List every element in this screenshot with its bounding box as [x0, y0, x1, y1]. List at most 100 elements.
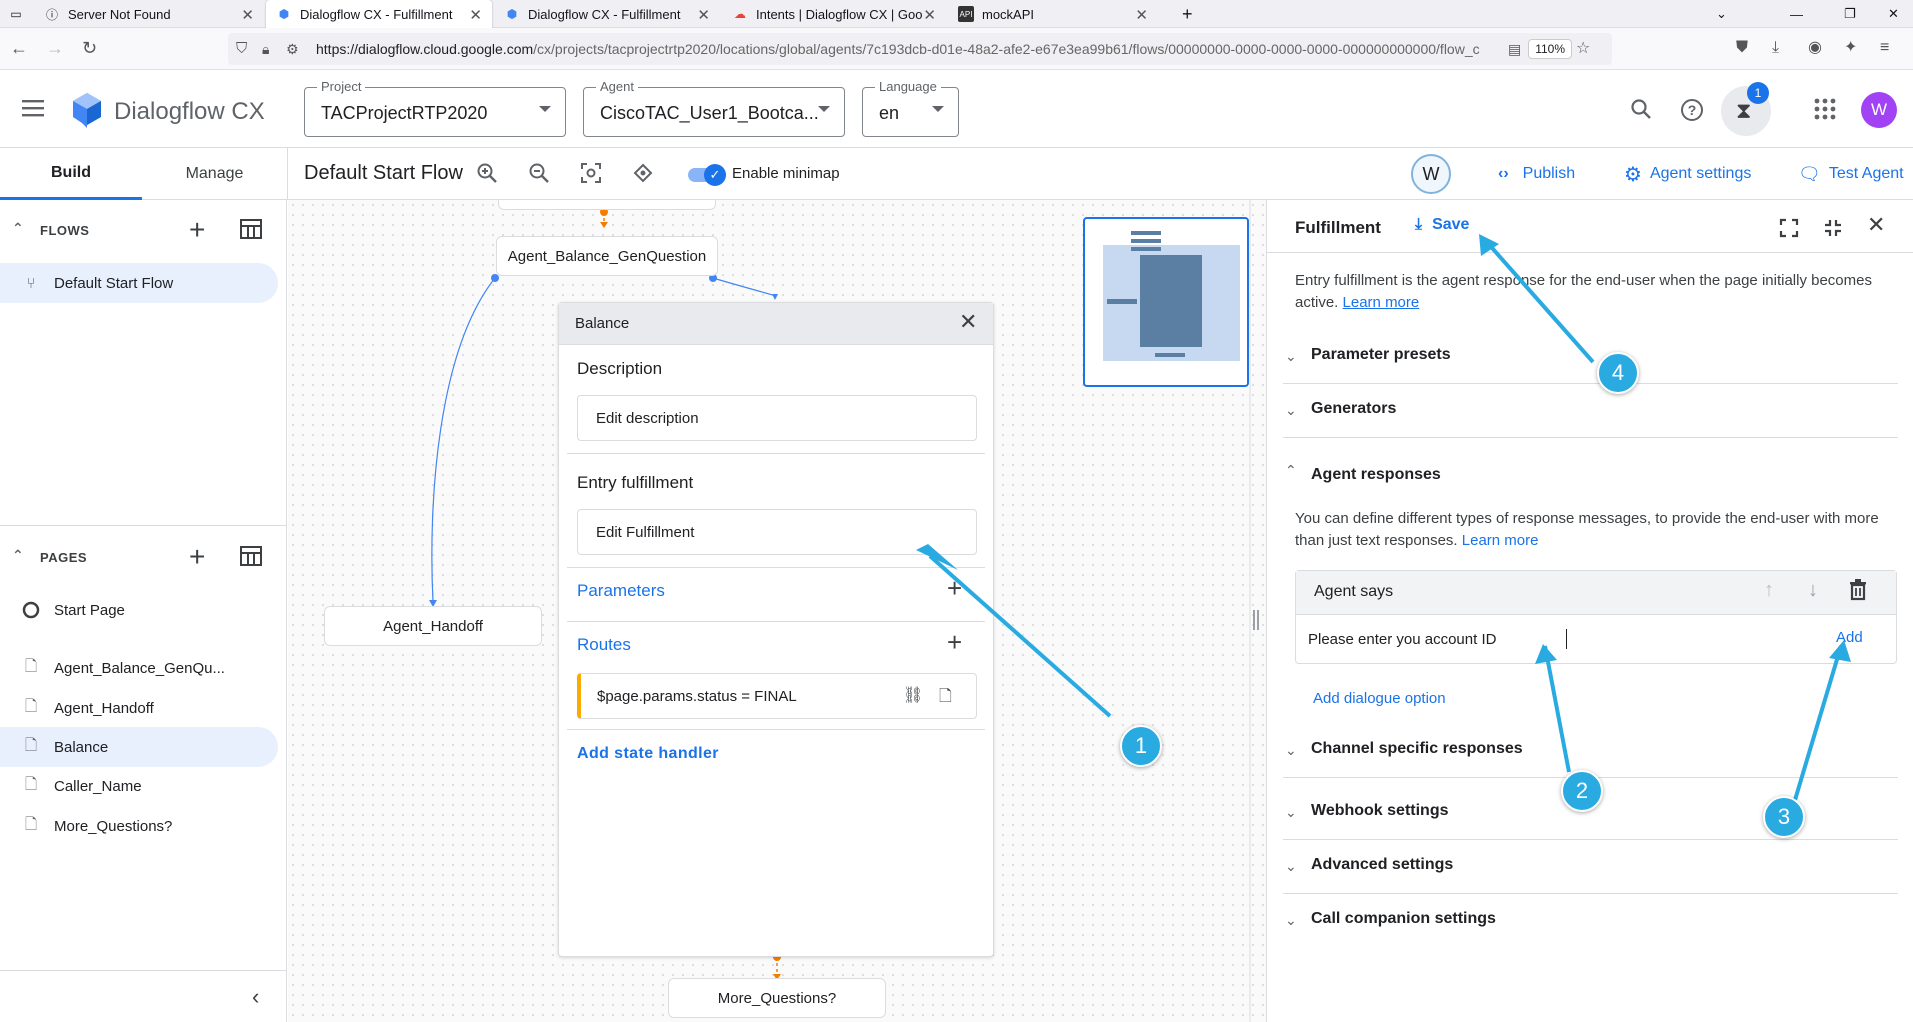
test-agent-label: Test Agent — [1828, 165, 1904, 182]
forward-icon[interactable]: → — [46, 38, 64, 58]
new-tab-button[interactable]: + — [1172, 0, 1202, 28]
table-view-icon[interactable] — [240, 545, 262, 567]
back-icon[interactable]: ← — [10, 38, 28, 58]
tab-build[interactable]: Build — [0, 148, 142, 200]
page-icon: 🗋︎ — [24, 697, 38, 715]
reset-layout-icon[interactable] — [632, 162, 654, 184]
downloads-icon[interactable]: ⤓ — [1772, 38, 1779, 58]
pages-header-label: PAGES — [40, 550, 88, 565]
reload-icon[interactable]: ↻ — [82, 38, 97, 58]
page-item-label: Balance — [54, 738, 109, 756]
publish-button[interactable]: ‹› Publish — [1498, 162, 1575, 186]
restore-icon: ❐ — [1844, 6, 1856, 21]
zoom-level[interactable]: 110% — [1528, 39, 1572, 59]
page-item-label: Agent_Balance_GenQu... — [54, 659, 225, 677]
browser-tab[interactable]: ⬢ Dialogflow CX - Fulfillment ✕ — [494, 0, 720, 28]
api-icon: API — [958, 6, 974, 22]
dialogflow-icon: ⬢ — [278, 7, 290, 21]
start-circle-icon — [20, 601, 42, 619]
url-text[interactable]: https://dialogflow.cloud.google.com/cx/p… — [316, 41, 1486, 57]
annotation-arrows — [1479, 234, 1851, 801]
close-tab-icon[interactable]: ✕ — [697, 6, 710, 24]
close-tab-icon[interactable]: ✕ — [241, 6, 254, 24]
tab-overview-icon: ▭ — [10, 7, 22, 21]
shield-icon[interactable]: ⛉ — [236, 39, 247, 59]
permissions-icon[interactable]: ⚙ — [286, 39, 299, 59]
flow-item-default-start-flow[interactable]: ⑂ Default Start Flow — [0, 263, 278, 303]
project-value: TACProjectRTP2020 — [321, 103, 488, 123]
address-bar[interactable]: ⛉ 🔒︎ ⚙ https://dialogflow.cloud.google.c… — [228, 33, 1612, 65]
agent-settings-button[interactable]: ⚙ Agent settings — [1624, 162, 1751, 186]
chevron-up-icon[interactable]: ⌃ — [12, 547, 24, 564]
add-page-icon[interactable]: + — [189, 541, 206, 573]
close-window-button[interactable]: ✕ — [1878, 0, 1908, 28]
page-item-agent-balance-genquestion[interactable]: 🗋︎ Agent_Balance_GenQu... — [0, 648, 278, 688]
page-item-agent-handoff[interactable]: 🗋︎ Agent_Handoff — [0, 688, 278, 728]
flow-canvas[interactable]: Agent_Balance_GenQuestion Agent_Handoff … — [288, 200, 1266, 1022]
close-tab-icon[interactable]: ✕ — [923, 6, 936, 24]
search-icon[interactable] — [1630, 98, 1652, 120]
page-item-balance[interactable]: 🗋︎ Balance — [0, 727, 278, 767]
restore-window-button[interactable]: ❐ — [1834, 0, 1864, 28]
annotation-badge-2: 2 — [1561, 770, 1603, 812]
close-tab-icon[interactable]: ✕ — [469, 6, 482, 24]
divider — [0, 970, 287, 971]
notification-badge: 1 — [1747, 82, 1769, 104]
tab-label: Dialogflow CX - Fulfillment — [528, 6, 681, 22]
tab-label: Intents | Dialogflow CX | Goo — [756, 6, 923, 22]
help-icon[interactable]: ? — [1680, 98, 1704, 122]
lock-icon[interactable]: 🔒︎ — [262, 39, 269, 59]
info-icon: ⓘ — [45, 7, 58, 22]
bookmark-star-icon[interactable]: ☆ — [1576, 39, 1590, 59]
browser-tab-active[interactable]: ⬢ Dialogflow CX - Fulfillment ✕ — [266, 0, 492, 28]
agent-value: CiscoTAC_User1_Bootca... — [600, 103, 819, 123]
tab-manage[interactable]: Manage — [142, 148, 287, 200]
project-select[interactable]: Project TACProjectRTP2020 — [304, 79, 566, 137]
add-flow-icon[interactable]: + — [189, 214, 206, 246]
dropdown-arrow-icon — [818, 106, 830, 112]
tab-label: Dialogflow CX - Fulfillment — [300, 6, 453, 22]
url-path: /cx/projects/tacprojectrtp2020/locations… — [533, 41, 1480, 57]
minimap-toggle[interactable]: ✓ — [688, 164, 728, 186]
page-item-more-questions[interactable]: 🗋︎ More_Questions? — [0, 806, 278, 846]
tab-overview-button[interactable]: ▭ — [0, 0, 30, 28]
collapse-sidebar-icon[interactable]: ‹ — [252, 984, 259, 1010]
hamburger-menu-icon[interactable] — [22, 98, 46, 118]
table-view-icon[interactable] — [240, 218, 262, 240]
browser-tab[interactable]: ☁ Intents | Dialogflow CX | Goo ✕ — [722, 0, 946, 28]
collaborator-avatar[interactable]: W — [1411, 154, 1451, 194]
page-item-label: More_Questions? — [54, 817, 173, 835]
page-item-start-page[interactable]: Start Page — [0, 590, 278, 630]
zoom-out-icon[interactable] — [528, 162, 550, 184]
minimize-icon: — — [1790, 6, 1803, 22]
publish-label: Publish — [1522, 165, 1576, 182]
plus-icon: + — [1182, 3, 1193, 24]
google-cloud-icon: ☁ — [734, 7, 746, 21]
flows-section-header: ⌃ FLOWS + — [0, 206, 287, 256]
notifications-button[interactable]: ⧗ 1 — [1721, 82, 1771, 136]
sidebar: ⌃ FLOWS + ⑂ Default Start Flow ⌃ PAGES +… — [0, 200, 287, 1022]
extensions-icon[interactable]: ✦ — [1844, 38, 1857, 58]
reader-view-icon[interactable]: ▤ — [1508, 39, 1521, 59]
browser-tab[interactable]: ⓘ Server Not Found ✕ — [34, 0, 264, 28]
test-agent-button[interactable]: 🗨︎ Test Agent — [1798, 162, 1904, 186]
page-item-caller-name[interactable]: 🗋︎ Caller_Name — [0, 766, 278, 806]
apps-grid-icon[interactable] — [1814, 98, 1836, 120]
close-tab-icon[interactable]: ✕ — [1135, 6, 1148, 24]
flows-header-label: FLOWS — [40, 223, 90, 238]
chevron-up-icon[interactable]: ⌃ — [12, 220, 24, 237]
annotation-arrow — [916, 544, 1112, 718]
fit-to-screen-icon[interactable] — [580, 162, 602, 184]
pocket-icon[interactable]: ⛊ — [1736, 38, 1748, 58]
list-tabs-button[interactable]: ⌄ — [1706, 0, 1736, 28]
dialogflow-logo-icon — [72, 92, 102, 128]
user-avatar[interactable]: W — [1861, 92, 1897, 128]
zoom-in-icon[interactable] — [476, 162, 498, 184]
language-select[interactable]: Language en — [862, 79, 959, 137]
browser-tab[interactable]: API mockAPI ✕ — [948, 0, 1158, 28]
minimize-window-button[interactable]: — — [1780, 0, 1810, 28]
account-icon[interactable]: ◉ — [1808, 38, 1822, 58]
close-icon: ✕ — [1888, 6, 1899, 21]
menu-icon[interactable]: ≡ — [1880, 38, 1889, 58]
agent-select[interactable]: Agent CiscoTAC_User1_Bootca... — [583, 79, 845, 137]
